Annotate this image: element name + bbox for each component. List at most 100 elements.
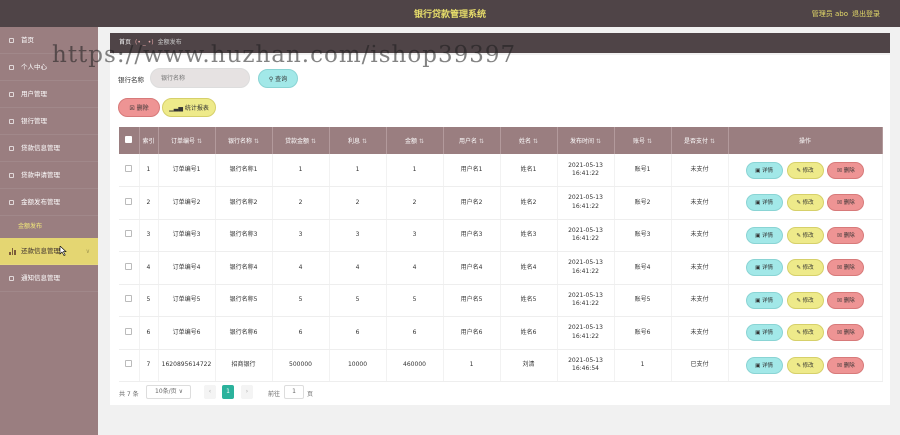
cell-name: 姓名1 (500, 154, 558, 187)
cell-time: 2021-05-13 16:41:22 (557, 219, 615, 252)
detail-button[interactable]: ▣ 详情 (745, 226, 783, 244)
sidebar-item-users[interactable]: 用户管理 (0, 81, 98, 108)
table-row: 7 1620895614722 招商银行 500000 10000 460000 1 刘清 20… (119, 349, 883, 382)
edit-button[interactable]: ✎ 修改 (786, 259, 824, 277)
row-delete-button[interactable]: ☒ 删除 (827, 259, 865, 277)
sort-icon: ⇅ (196, 138, 203, 145)
table-row: 3 订单编号3 银行名称3 3 3 3 用户名3 姓名3 2021-05-13 16:41:22… (119, 219, 883, 252)
bank-name-search-input[interactable] (150, 68, 250, 88)
edit-icon: ✎ (796, 297, 801, 304)
trash-icon: ☒ (837, 167, 842, 174)
row-checkbox[interactable] (125, 262, 133, 270)
column-header[interactable]: 账号 ⇅ (614, 127, 672, 154)
detail-button[interactable]: ▣ 详情 (745, 324, 783, 342)
column-header[interactable]: 利息 ⇅ (329, 127, 387, 154)
column-header[interactable]: 用户名 ⇅ (443, 127, 501, 154)
row-checkbox-cell[interactable] (119, 251, 140, 285)
sidebar-item-label: 用户管理 (21, 90, 47, 98)
sidebar-item-repayment[interactable]: 还款信息管理 ∨ (0, 238, 98, 265)
column-header[interactable]: 发布时间 ⇅ (557, 127, 615, 154)
sort-icon: ⇅ (253, 138, 260, 145)
next-page-button[interactable]: › (241, 385, 253, 399)
row-checkbox[interactable] (125, 197, 133, 205)
cell-bank: 银行名称1 (215, 154, 273, 187)
row-checkbox[interactable] (125, 327, 133, 335)
sidebar-subitem-amount-publish[interactable]: 金额发布 (0, 216, 98, 238)
detail-button[interactable]: ▣ 详情 (745, 259, 783, 277)
row-delete-button[interactable]: ☒ 删除 (827, 324, 865, 342)
cell-amount: 6 (386, 316, 444, 350)
cell-amount: 1 (386, 154, 444, 187)
cell-time: 2021-05-13 16:41:22 (557, 154, 615, 187)
row-checkbox-cell[interactable] (119, 186, 140, 220)
query-button[interactable]: ⚲ 查询 (258, 69, 298, 88)
row-checkbox-cell[interactable] (119, 284, 140, 317)
page-number-button[interactable]: 1 (222, 385, 234, 399)
row-delete-button[interactable]: ☒ 删除 (827, 194, 865, 212)
batch-delete-button[interactable]: ☒ 删除 (118, 98, 160, 117)
sort-icon: ⇅ (709, 138, 716, 145)
total-count: 共 7 条 (119, 391, 139, 398)
delete-label: 删除 (136, 105, 149, 112)
column-header[interactable]: 订单编号 ⇅ (158, 127, 216, 154)
row-delete-button[interactable]: ☒ 删除 (827, 161, 865, 179)
edit-button[interactable]: ✎ 修改 (786, 226, 824, 244)
prev-page-button[interactable]: ‹ (204, 385, 216, 399)
cell-loan: 1 (272, 154, 330, 187)
sidebar-item-profile[interactable]: 个人中心 (0, 54, 98, 81)
breadcrumb-home[interactable]: 首页 (119, 39, 131, 46)
row-checkbox[interactable] (125, 164, 133, 172)
sidebar-item-banks[interactable]: 银行管理 (0, 108, 98, 135)
row-checkbox-cell[interactable] (119, 219, 140, 252)
trash-icon: ☒ (837, 200, 842, 207)
edit-button[interactable]: ✎ 修改 (786, 356, 824, 374)
row-checkbox-cell[interactable] (119, 349, 140, 382)
sidebar-item-amount-publish[interactable]: 金额发布管理 (0, 189, 98, 216)
row-checkbox-cell[interactable] (119, 316, 140, 350)
statistics-report-button[interactable]: ▁▃▅ 统计报表 (162, 98, 216, 117)
select-all-checkbox[interactable] (125, 136, 133, 143)
breadcrumb: 首页 (• _ •) 金额发布 (110, 33, 890, 53)
home-icon (9, 38, 14, 43)
row-checkbox-cell[interactable] (119, 154, 140, 187)
bank-icon (9, 119, 14, 124)
sidebar-item-home[interactable]: 首页 (0, 27, 98, 54)
sort-icon: ⇅ (478, 138, 485, 145)
row-checkbox[interactable] (125, 230, 133, 238)
column-header[interactable]: 是否支付 ⇅ (671, 127, 729, 154)
detail-button[interactable]: ▣ 详情 (745, 291, 783, 309)
column-header[interactable]: 贷款金额 ⇅ (272, 127, 330, 154)
detail-button[interactable]: ▣ 详情 (745, 161, 783, 179)
row-checkbox[interactable] (125, 360, 133, 368)
stat-label: 统计报表 (184, 105, 209, 112)
detail-button[interactable]: ▣ 详情 (745, 356, 783, 374)
edit-button[interactable]: ✎ 修改 (786, 324, 824, 342)
row-delete-button[interactable]: ☒ 删除 (827, 291, 865, 309)
column-header[interactable]: 银行名称 ⇅ (215, 127, 273, 154)
cell-paid: 已支付 (671, 349, 729, 382)
column-header[interactable]: 金额 ⇅ (386, 127, 444, 154)
chevron-down-icon: ∨ (85, 248, 90, 255)
column-header[interactable]: 姓名 ⇅ (500, 127, 558, 154)
table-row: 4 订单编号4 银行名称4 4 4 4 用户名4 姓名4 2021-05-13 16:41:22… (119, 251, 883, 285)
row-delete-button[interactable]: ☒ 删除 (827, 356, 865, 374)
cell-user: 用户名4 (443, 251, 501, 285)
sidebar-item-loan-applications[interactable]: 贷款申请管理 (0, 162, 98, 189)
select-all-cell[interactable] (119, 127, 140, 154)
sidebar-item-notifications[interactable]: 通知信息管理 (0, 265, 98, 292)
edit-button[interactable]: ✎ 修改 (786, 161, 824, 179)
sidebar-item-loan-info[interactable]: 贷款信息管理 (0, 135, 98, 162)
edit-button[interactable]: ✎ 修改 (786, 291, 824, 309)
detail-button[interactable]: ▣ 详情 (745, 194, 783, 212)
logout-link[interactable]: 退出登录 (852, 9, 880, 19)
cell-order: 订单编号3 (158, 219, 216, 252)
row-checkbox[interactable] (125, 295, 133, 303)
goto-page-input[interactable]: 1 (284, 385, 304, 399)
mouse-cursor-icon (59, 246, 67, 256)
page-size-select[interactable]: 10条/页 ∨ (146, 385, 191, 399)
row-delete-button[interactable]: ☒ 删除 (827, 226, 865, 244)
cell-account: 账号1 (614, 154, 672, 187)
edit-button[interactable]: ✎ 修改 (786, 194, 824, 212)
users-icon (9, 92, 14, 97)
sidebar-item-label: 金额发布管理 (21, 198, 60, 206)
